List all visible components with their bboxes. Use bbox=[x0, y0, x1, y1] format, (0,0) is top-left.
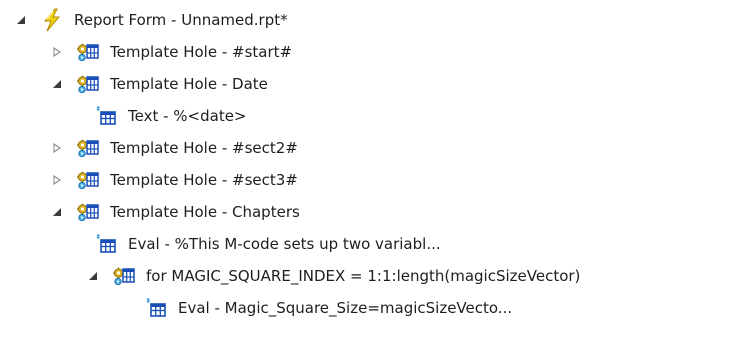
tree-node-eval-magic-square-size[interactable]: Eval - Magic_Square_Size=magicSizeVecto.… bbox=[144, 292, 512, 324]
tree-node-label: for MAGIC_SQUARE_INDEX = 1:1:length(magi… bbox=[146, 267, 581, 285]
expanded-arrow-icon[interactable] bbox=[50, 205, 64, 219]
tree-node-eval-mcode[interactable]: Eval - %This M-code sets up two variabl.… bbox=[94, 228, 441, 260]
tree-node-for-loop[interactable]: for MAGIC_SQUARE_INDEX = 1:1:length(magi… bbox=[86, 260, 580, 292]
table-node-icon bbox=[144, 296, 168, 320]
tree-node-template-hole-sect3[interactable]: Template Hole - #sect3# bbox=[50, 164, 298, 196]
collapsed-arrow-icon[interactable] bbox=[50, 45, 64, 59]
table-node-icon bbox=[94, 232, 118, 256]
lightning-icon bbox=[40, 8, 64, 32]
tree-node-template-hole-sect2[interactable]: Template Hole - #sect2# bbox=[50, 132, 298, 164]
tree-node-label: Template Hole - Chapters bbox=[110, 203, 300, 221]
table-node-icon bbox=[94, 104, 118, 128]
template-hole-icon bbox=[76, 40, 100, 64]
tree-node-template-hole-chapters[interactable]: Template Hole - Chapters bbox=[50, 196, 300, 228]
tree-node-label: Template Hole - Date bbox=[110, 75, 268, 93]
template-hole-icon bbox=[76, 136, 100, 160]
tree-node-template-hole-start[interactable]: Template Hole - #start# bbox=[50, 36, 292, 68]
expanded-arrow-icon[interactable] bbox=[86, 269, 100, 283]
expanded-arrow-icon[interactable] bbox=[14, 13, 28, 27]
collapsed-arrow-icon[interactable] bbox=[50, 141, 64, 155]
template-hole-icon bbox=[76, 72, 100, 96]
report-tree: Report Form - Unnamed.rpt* Template Hole… bbox=[0, 0, 736, 360]
tree-node-label: Eval - Magic_Square_Size=magicSizeVecto.… bbox=[178, 299, 513, 317]
tree-node-label: Template Hole - #start# bbox=[110, 43, 293, 61]
tree-root-report-form[interactable]: Report Form - Unnamed.rpt* bbox=[14, 4, 288, 36]
tree-node-label: Eval - %This M-code sets up two variabl.… bbox=[128, 235, 441, 253]
tree-node-template-hole-date[interactable]: Template Hole - Date bbox=[50, 68, 268, 100]
template-hole-icon bbox=[76, 168, 100, 192]
tree-node-label: Report Form - Unnamed.rpt* bbox=[74, 11, 288, 29]
expanded-arrow-icon[interactable] bbox=[50, 77, 64, 91]
template-hole-icon bbox=[76, 200, 100, 224]
tree-node-label: Text - %<date> bbox=[128, 107, 247, 125]
tree-node-label: Template Hole - #sect2# bbox=[110, 139, 298, 157]
tree-node-label: Template Hole - #sect3# bbox=[110, 171, 298, 189]
tree-node-text-date[interactable]: Text - %<date> bbox=[94, 100, 247, 132]
template-hole-icon bbox=[112, 264, 136, 288]
collapsed-arrow-icon[interactable] bbox=[50, 173, 64, 187]
